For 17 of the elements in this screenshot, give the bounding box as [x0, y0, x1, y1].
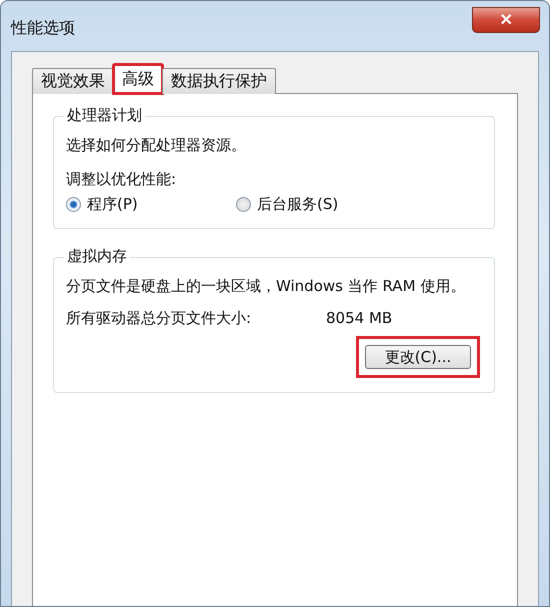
tab[interactable]: 高级 [113, 64, 163, 94]
close-button[interactable]: ✕ [472, 7, 540, 33]
radio-button[interactable] [66, 197, 81, 212]
size-value: 8054 MB [326, 308, 392, 328]
change-button[interactable]: 更改(C)... [365, 345, 471, 369]
description-text: 选择如何分配处理器资源。 [66, 135, 247, 155]
description-text: 分页文件是硬盘上的一块区域，Windows 当作 RAM 使用。 [66, 276, 466, 296]
group-title: 虚拟内存 [64, 247, 130, 266]
radio-label: 程序(P) [87, 195, 138, 214]
tab[interactable]: 视觉效果 [32, 68, 114, 94]
radio-button[interactable] [236, 197, 251, 212]
size-label: 所有驱动器总分页文件大小: [66, 308, 252, 328]
window-title: 性能选项 [11, 18, 75, 39]
radio-label: 后台服务(S) [257, 195, 338, 214]
prompt-text: 调整以优化性能: [66, 169, 178, 189]
tab[interactable]: 数据执行保护 [162, 68, 276, 94]
group-title: 处理器计划 [64, 106, 145, 125]
